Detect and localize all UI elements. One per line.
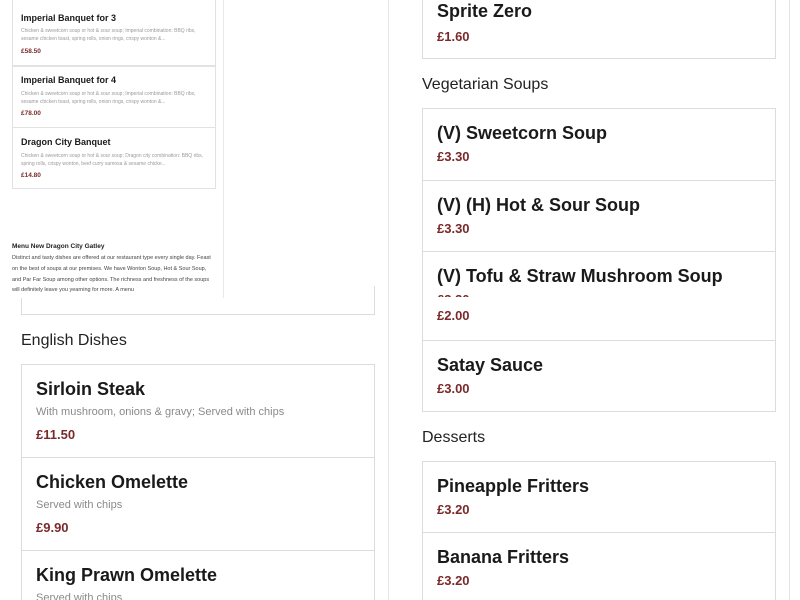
menu-item-card[interactable]: £2.00 bbox=[422, 297, 776, 341]
item-price: £2.00 bbox=[437, 308, 470, 323]
menu-item-card[interactable]: (V) Sweetcorn Soup £3.30 bbox=[422, 108, 776, 181]
mini-item-description: Chicken & sweetcorn soup or hot & sour s… bbox=[21, 91, 196, 105]
mini-item-name: Imperial Banquet for 4 bbox=[21, 75, 117, 85]
section-title-desserts: Desserts bbox=[422, 429, 486, 446]
section-title-english-dishes: English Dishes bbox=[21, 332, 127, 349]
mini-footer-title: Menu New Dragon City Gatley bbox=[12, 243, 105, 250]
mini-item-description: Chicken & sweetcorn soup or hot & sour s… bbox=[21, 153, 204, 167]
item-name: Sirloin Steak bbox=[36, 379, 146, 399]
item-description: Served with chips bbox=[36, 499, 123, 511]
menu-item-card[interactable]: Banana Fritters £3.20 bbox=[422, 532, 776, 600]
menu-item-card[interactable]: Sirloin Steak With mushroom, onions & gr… bbox=[21, 364, 375, 458]
item-price: £3.20 bbox=[437, 573, 470, 588]
menu-item-card[interactable]: King Prawn Omelette Served with chips bbox=[21, 550, 375, 600]
item-description: With mushroom, onions & gravy; Served wi… bbox=[36, 406, 285, 418]
item-name: (V) Tofu & Straw Mushroom Soup bbox=[437, 266, 723, 286]
item-name: Sprite Zero bbox=[437, 1, 533, 21]
mini-item-name: Dragon City Banquet bbox=[21, 137, 111, 147]
mini-item-card[interactable]: Dragon City Banquet Chicken & sweetcorn … bbox=[12, 127, 216, 189]
item-description: Served with chips bbox=[36, 592, 123, 600]
item-price: £3.30 bbox=[437, 221, 470, 236]
right-menu-column: Sprite Zero £1.60 Vegetarian Soups (V) S… bbox=[389, 0, 800, 600]
column-divider bbox=[789, 0, 790, 600]
item-price: £11.50 bbox=[36, 427, 76, 442]
item-price: £9.90 bbox=[36, 520, 69, 535]
item-name: Chicken Omelette bbox=[36, 472, 189, 492]
item-price: £1.60 bbox=[437, 29, 470, 44]
mini-item-card[interactable]: Imperial Banquet for 4 Chicken & sweetco… bbox=[12, 66, 216, 128]
mini-item-card[interactable]: Imperial Banquet for 3 Chicken & sweetco… bbox=[12, 0, 216, 66]
item-name: Satay Sauce bbox=[437, 355, 544, 375]
mini-footer-text: Distinct and tasty dishes are offered at… bbox=[12, 255, 211, 294]
mini-item-price: £78.00 bbox=[21, 110, 41, 117]
menu-page: English Dishes Sirloin Steak With mushro… bbox=[0, 0, 800, 600]
menu-item-card[interactable]: (V) (H) Hot & Sour Soup £3.30 bbox=[422, 180, 776, 252]
section-title-vegetarian-soups: Vegetarian Soups bbox=[422, 76, 549, 93]
item-price: £3.30 bbox=[437, 149, 470, 164]
menu-item-card[interactable]: Chicken Omelette Served with chips £9.90 bbox=[21, 457, 375, 551]
item-price: £3.00 bbox=[437, 381, 470, 396]
mini-item-name: Imperial Banquet for 3 bbox=[21, 13, 117, 23]
item-name: (V) Sweetcorn Soup bbox=[437, 123, 608, 143]
item-name: King Prawn Omelette bbox=[36, 565, 218, 585]
mini-item-price: £58.50 bbox=[21, 48, 41, 55]
menu-item-card[interactable]: Sprite Zero £1.60 bbox=[422, 0, 776, 59]
menu-item-card[interactable]: Pineapple Fritters £3.20 bbox=[422, 461, 776, 533]
mini-item-description: Chicken & sweetcorn soup or hot & sour s… bbox=[21, 28, 196, 42]
item-name: Banana Fritters bbox=[437, 547, 570, 567]
item-name: Pineapple Fritters bbox=[437, 476, 590, 496]
mini-item-price: £14.80 bbox=[21, 172, 41, 179]
mini-menu-preview: Imperial Banquet for 3 Chicken & sweetco… bbox=[0, 0, 224, 298]
item-price: £3.20 bbox=[437, 502, 470, 517]
menu-item-card[interactable]: Satay Sauce £3.00 bbox=[422, 340, 776, 412]
item-name: (V) (H) Hot & Sour Soup bbox=[437, 195, 640, 215]
menu-item-card[interactable]: (V) Tofu & Straw Mushroom Soup £3.30 bbox=[422, 251, 776, 301]
